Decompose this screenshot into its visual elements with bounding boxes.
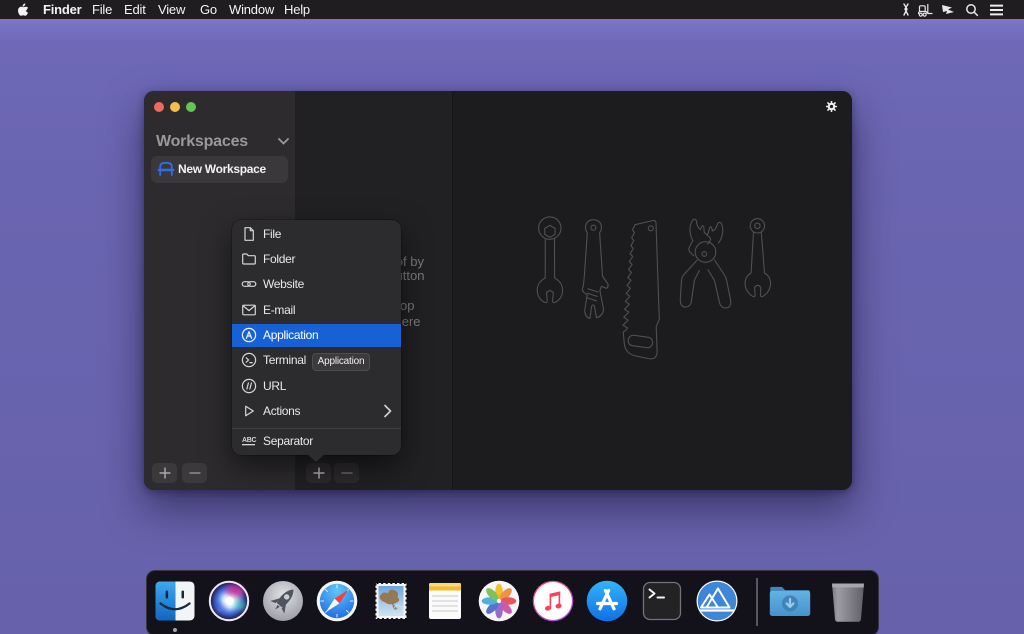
svg-text:ABC: ABC: [242, 437, 257, 444]
